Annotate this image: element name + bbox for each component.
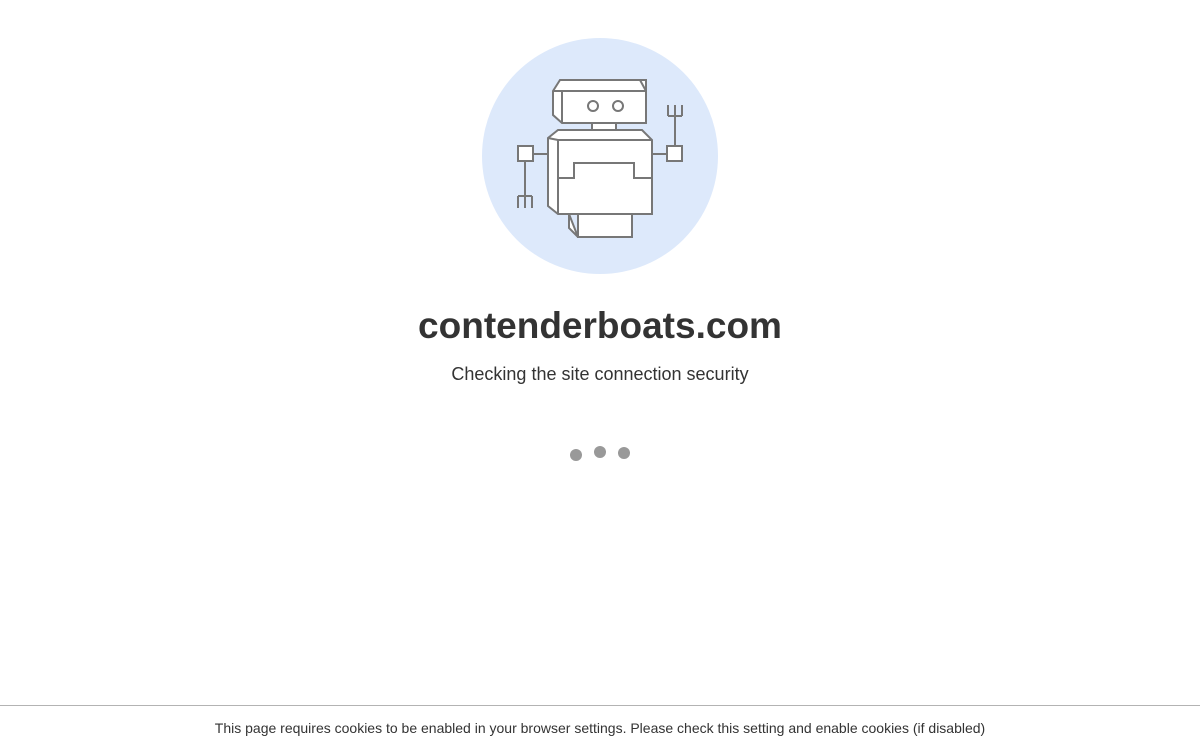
- site-domain-heading: contenderboats.com: [418, 305, 782, 346]
- footer-divider: [0, 705, 1200, 706]
- robot-illustration: [482, 38, 718, 274]
- loading-dot: [618, 447, 630, 459]
- cookie-requirement-notice: This page requires cookies to be enabled…: [214, 720, 986, 736]
- connection-check-status: Checking the site connection security: [451, 364, 749, 384]
- loading-indicator: [568, 444, 632, 464]
- loading-dot: [570, 449, 582, 461]
- challenge-page: contenderboats.com Checking the site con…: [0, 0, 1200, 750]
- robot-icon: [517, 79, 683, 238]
- loading-dot: [594, 446, 606, 458]
